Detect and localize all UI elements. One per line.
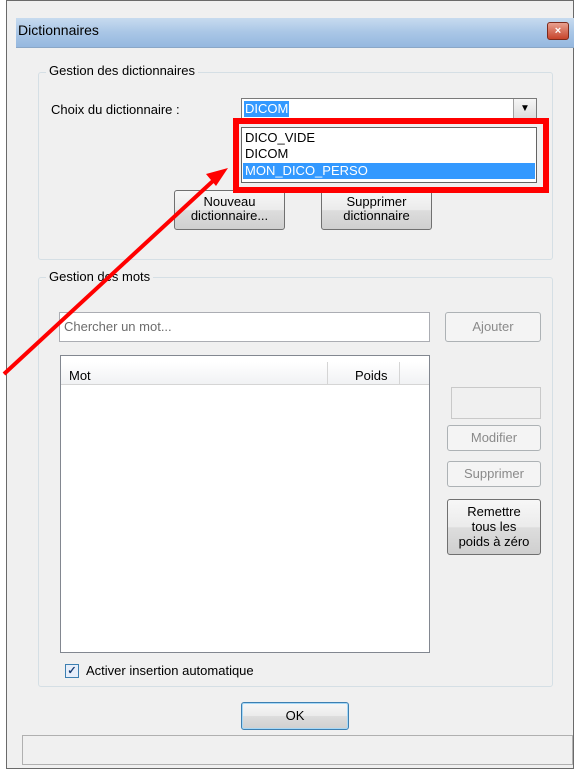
auto-insert-label: Activer insertion automatique — [86, 663, 254, 678]
weight-field[interactable] — [451, 387, 541, 419]
window-title: Dictionnaires — [18, 22, 99, 38]
status-bar — [22, 735, 573, 765]
auto-insert-checkbox[interactable]: ✓ — [65, 664, 79, 678]
search-word-input[interactable]: Chercher un mot... — [59, 312, 430, 342]
reset-weights-button[interactable]: Remettre tous les poids à zéro — [447, 499, 541, 555]
column-divider[interactable] — [327, 362, 328, 385]
delete-dictionary-line1: Supprimer — [346, 194, 407, 209]
column-header-mot[interactable]: Mot — [69, 368, 91, 383]
title-bar[interactable] — [16, 18, 574, 48]
delete-word-button[interactable]: Supprimer — [447, 461, 541, 487]
dictionary-group-title: Gestion des dictionnaires — [46, 63, 198, 78]
dictionary-choice-label: Choix du dictionnaire : — [51, 102, 180, 117]
add-word-button[interactable]: Ajouter — [445, 312, 541, 342]
combobox-selected-value: DICOM — [244, 101, 290, 117]
column-header-poids[interactable]: Poids — [355, 368, 388, 383]
red-highlight-box — [233, 118, 549, 193]
reset-line2: tous les — [471, 519, 517, 534]
words-group-title: Gestion des mots — [46, 269, 154, 284]
delete-dictionary-button[interactable]: Supprimer dictionnaire — [321, 190, 432, 230]
new-dictionary-line1: Nouveau — [203, 194, 256, 209]
new-dictionary-button[interactable]: Nouveau dictionnaire... — [174, 190, 285, 230]
word-list[interactable] — [60, 355, 430, 653]
modify-button[interactable]: Modifier — [447, 425, 541, 451]
delete-dictionary-line2: dictionnaire — [343, 208, 410, 223]
chevron-down-icon[interactable]: ▼ — [513, 99, 536, 119]
new-dictionary-line2: dictionnaire... — [190, 208, 269, 223]
reset-line3: poids à zéro — [458, 534, 530, 549]
column-divider[interactable] — [399, 362, 400, 385]
reset-line1: Remettre — [467, 504, 521, 519]
ok-button[interactable]: OK — [241, 702, 349, 730]
close-button[interactable]: × — [547, 22, 569, 40]
